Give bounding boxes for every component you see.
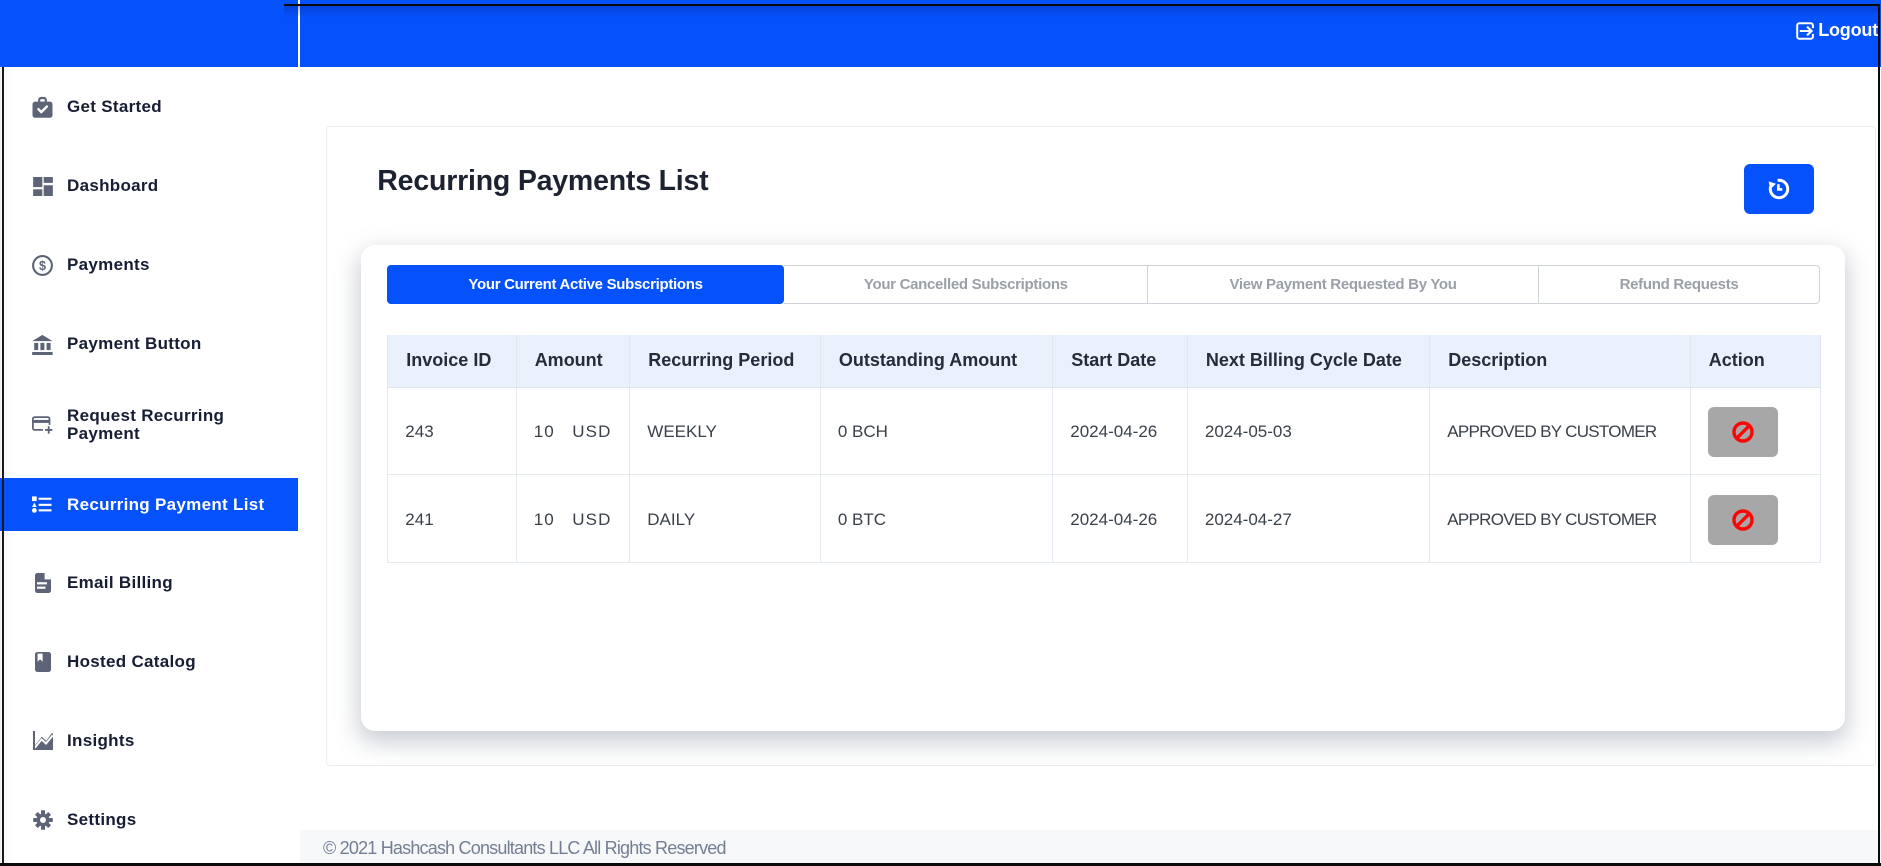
svg-text:$: $: [39, 259, 46, 273]
